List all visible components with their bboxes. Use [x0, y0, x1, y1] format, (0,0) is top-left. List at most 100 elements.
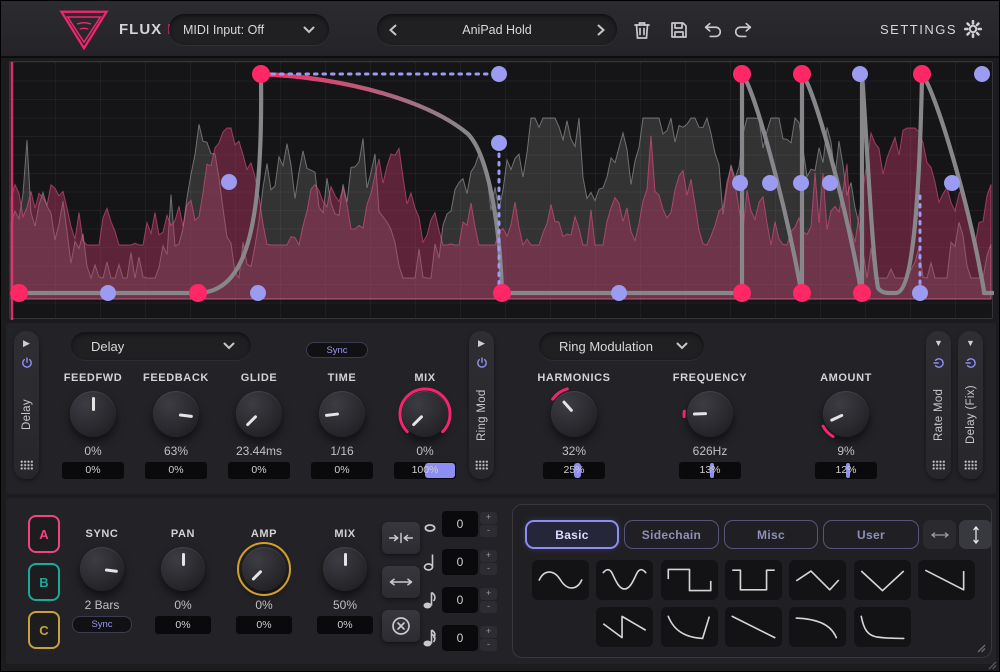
envelope-node-purple[interactable] — [250, 285, 266, 301]
stretch-horizontal-button[interactable] — [382, 566, 420, 598]
save-icon[interactable] — [668, 19, 690, 41]
power-icon[interactable] — [932, 356, 946, 370]
shape-triangle[interactable] — [789, 560, 846, 600]
fx-strip-rate-mod[interactable]: ▼ Rate Mod — [926, 331, 951, 479]
feedback-mod-slider[interactable]: 0% — [145, 462, 207, 479]
envelope-node-purple[interactable] — [221, 174, 237, 190]
drag-handle-icon[interactable] — [932, 460, 945, 470]
undo-icon[interactable] — [701, 19, 723, 41]
glide-knob[interactable] — [236, 391, 282, 437]
next-chevron-icon[interactable] — [597, 24, 605, 36]
harmonics-mod-slider[interactable]: 25% — [543, 462, 605, 479]
shape-triangle-inverted[interactable] — [854, 560, 911, 600]
envelope-node-purple[interactable] — [611, 285, 627, 301]
shape-curve-fall[interactable] — [789, 607, 846, 647]
lfo-sync-toggle[interactable]: Sync — [72, 616, 132, 633]
drag-handle-icon[interactable] — [475, 460, 488, 470]
amp-mod-slider[interactable]: 0% — [236, 616, 292, 634]
settings-button[interactable]: SETTINGS — [880, 22, 957, 37]
tab-basic[interactable]: Basic — [525, 520, 619, 549]
envelope-node-purple[interactable] — [732, 175, 748, 191]
fx-type-dropdown-delay[interactable]: Delay — [71, 332, 251, 360]
envelope-node-purple[interactable] — [974, 66, 990, 82]
tab-user[interactable]: User — [823, 520, 919, 549]
amp-knob[interactable] — [242, 547, 286, 591]
envelope-node-pink[interactable] — [189, 284, 207, 302]
mix2-mod-slider[interactable]: 0% — [317, 616, 373, 634]
stepper-plus-button[interactable]: + — [480, 626, 497, 638]
envelope-node-purple[interactable] — [822, 175, 838, 191]
envelope-node-purple[interactable] — [793, 175, 809, 191]
stepper-minus-button[interactable]: - — [480, 563, 497, 575]
feedback-knob[interactable] — [153, 391, 199, 437]
midi-input-dropdown[interactable]: MIDI Input: Off — [169, 14, 329, 45]
play-triangle-icon[interactable]: ▶ — [23, 338, 30, 348]
envelope-node-pink[interactable] — [733, 284, 751, 302]
power-icon[interactable] — [475, 356, 489, 370]
feedfwd-mod-slider[interactable]: 0% — [62, 462, 124, 479]
power-icon[interactable] — [964, 356, 978, 370]
envelope-node-pink[interactable] — [252, 65, 270, 83]
envelope-node-pink[interactable] — [10, 284, 28, 302]
envelope-node-pink[interactable] — [733, 65, 751, 83]
pan-mod-slider[interactable]: 0% — [155, 616, 211, 634]
prev-chevron-icon[interactable] — [389, 24, 397, 36]
envelope-node-purple[interactable] — [762, 175, 778, 191]
panel-resize-handle[interactable] — [976, 643, 986, 653]
play-triangle-icon[interactable]: ▶ — [478, 338, 485, 348]
drag-handle-icon[interactable] — [20, 460, 33, 470]
pan-knob[interactable] — [161, 547, 205, 591]
envelope-editor[interactable] — [9, 61, 993, 319]
expand-triangle-icon[interactable]: ▼ — [966, 338, 975, 348]
envelope-node-purple[interactable] — [912, 285, 928, 301]
fx-type-dropdown-ring[interactable]: Ring Modulation — [539, 332, 704, 360]
stepper-value[interactable]: 0 — [442, 625, 478, 651]
shape-square[interactable] — [661, 560, 718, 600]
shape-exp-fall-rise[interactable] — [661, 607, 718, 647]
converge-button[interactable] — [382, 522, 420, 554]
stepper-value[interactable]: 0 — [442, 549, 478, 575]
stepper-minus-button[interactable]: - — [480, 525, 497, 537]
delay-sync-toggle[interactable]: Sync — [306, 342, 368, 358]
stepper-plus-button[interactable]: + — [480, 588, 497, 600]
expand-triangle-icon[interactable]: ▼ — [934, 338, 943, 348]
stepper-value[interactable]: 0 — [442, 587, 478, 613]
fx-strip-delay-fix[interactable]: ▼ Delay (Fix) — [958, 331, 983, 479]
envelope-node-pink[interactable] — [793, 284, 811, 302]
envelope-node-purple[interactable] — [944, 175, 960, 191]
clear-button[interactable] — [382, 610, 420, 642]
shape-saw-shifted[interactable] — [596, 607, 653, 647]
time-knob[interactable] — [319, 391, 365, 437]
envelope-node-pink[interactable] — [793, 65, 811, 83]
envelope-node-purple[interactable] — [100, 285, 116, 301]
power-icon[interactable] — [20, 356, 34, 370]
envelope-node-pink[interactable] — [493, 284, 511, 302]
stepper-minus-button[interactable]: - — [480, 601, 497, 613]
gear-icon[interactable] — [963, 19, 983, 39]
amount-knob[interactable] — [823, 391, 869, 437]
mix2-knob[interactable] — [323, 547, 367, 591]
stepper-value[interactable]: 0 — [442, 511, 478, 537]
harmonics-knob[interactable] — [551, 391, 597, 437]
tab-sidechain[interactable]: Sidechain — [624, 520, 719, 549]
fx-strip-delay[interactable]: ▶ Delay — [14, 331, 39, 479]
drag-handle-icon[interactable] — [964, 460, 977, 470]
envelope-node-purple[interactable] — [491, 135, 507, 151]
sync-knob[interactable] — [80, 547, 124, 591]
envelope-node-purple[interactable] — [852, 66, 868, 82]
stepper-plus-button[interactable]: + — [480, 550, 497, 562]
tab-misc[interactable]: Misc — [724, 520, 818, 549]
mix-knob[interactable] — [402, 391, 448, 437]
stepper-minus-button[interactable]: - — [480, 639, 497, 651]
shape-saw-down[interactable] — [918, 560, 975, 600]
amount-mod-slider[interactable]: 12% — [815, 462, 877, 479]
window-resize-handle[interactable] — [987, 660, 997, 670]
stepper-plus-button[interactable]: + — [480, 512, 497, 524]
preset-name[interactable]: AniPad Hold — [462, 23, 532, 37]
shape-sine[interactable] — [532, 560, 589, 600]
redo-icon[interactable] — [733, 19, 755, 41]
time-mod-slider[interactable]: 0% — [311, 462, 373, 479]
flip-horizontal-button[interactable] — [923, 520, 956, 549]
shape-exp-decay[interactable] — [854, 607, 911, 647]
envelope-node-pink[interactable] — [853, 284, 871, 302]
